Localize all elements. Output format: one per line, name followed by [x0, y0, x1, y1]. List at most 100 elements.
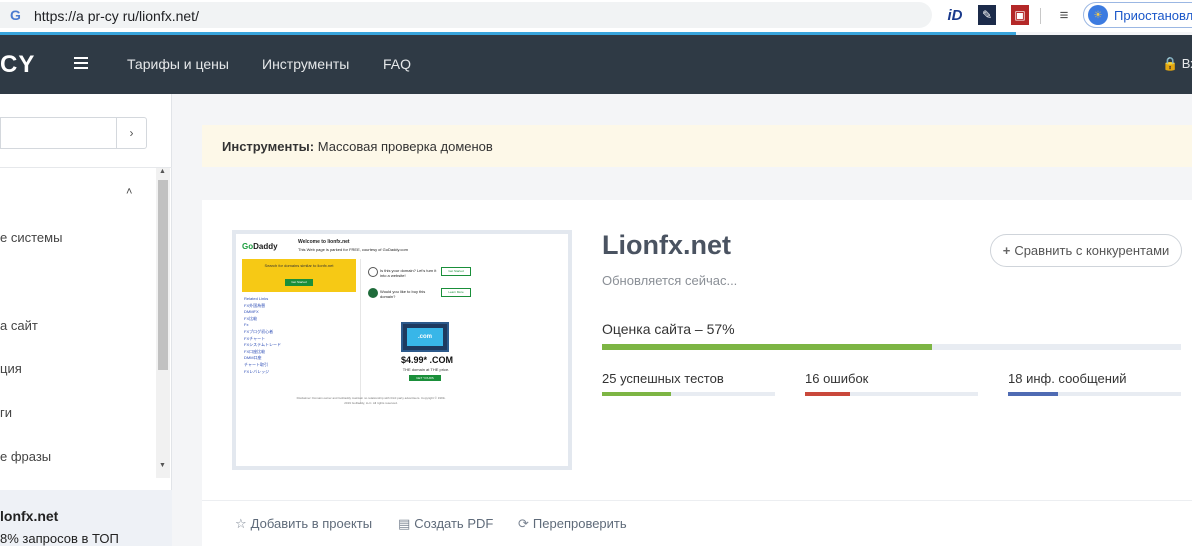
thumb-laptop-screen: .com: [407, 328, 443, 346]
chevron-right-icon[interactable]: ›: [116, 118, 146, 148]
extension-red-icon[interactable]: ▣: [1011, 5, 1029, 25]
stat-passed-tests[interactable]: 25 успешных тестов: [602, 371, 724, 386]
thumb-welcome: Welcome to lionfx.net: [298, 239, 350, 245]
thumb-search-banner: Search for domains similar to lionfx.net…: [242, 259, 356, 292]
thumb-price-subtitle: THE domain at THE price.: [402, 367, 450, 372]
thumb-divider: [360, 259, 361, 404]
extension-pen-icon[interactable]: ✎: [978, 5, 996, 25]
godaddy-logo-daddy: Daddy: [253, 242, 278, 251]
compare-button-label: Сравнить с конкурентами: [1014, 243, 1170, 258]
thumb-link: Fx: [244, 322, 249, 328]
thumb-related-links: Related Links FX外国為替 DMMFX FX比較 Fx FXブログ…: [244, 296, 304, 375]
site-report-card: GoDaddy Welcome to lionfx.net This Web p…: [202, 200, 1192, 546]
site-navbar: CY Тарифы и цены Инструменты FAQ 🔒 Вход: [0, 35, 1192, 94]
breadcrumb: Инструменты: Массовая проверка доменов: [202, 125, 1192, 167]
sidebar-item-tion[interactable]: ция: [0, 361, 22, 376]
address-bar[interactable]: G https://a pr-cy ru/lionfx.net/: [0, 2, 932, 28]
thumb-link: FX外国為替: [244, 302, 266, 308]
sidebar-search: ›: [0, 117, 147, 149]
add-to-projects-label: Добавить в проекты: [250, 516, 373, 531]
sidebar-domain-name: lonfx.net: [0, 508, 59, 524]
stat-errors-fill: [805, 392, 850, 396]
create-pdf-label: Создать PDF: [414, 516, 494, 531]
add-to-projects-button[interactable]: ☆ Добавить в проекты: [235, 516, 372, 532]
thumb-link: Related Links: [244, 296, 269, 301]
recheck-button[interactable]: ⟳ Перепроверить: [518, 516, 627, 532]
document-icon: ▤: [398, 516, 411, 531]
sidebar-item-tags[interactable]: ги: [0, 405, 12, 420]
stat-info-bar: [1008, 392, 1181, 396]
scrollbar-thumb[interactable]: [158, 180, 168, 370]
sidebar: › ˄ е системы а сайт ция ги е фразы ▲ ▼ …: [0, 94, 172, 546]
sidebar-top-queries: 8% запросов в ТОП: [0, 531, 119, 546]
nav-link-faq[interactable]: FAQ: [383, 56, 411, 72]
create-pdf-button[interactable]: ▤ Создать PDF: [398, 516, 493, 532]
site-score-fill: [602, 344, 933, 350]
browser-toolbar: G https://a pr-cy ru/lionfx.net/ iD ✎ ▣ …: [0, 0, 1192, 32]
thumb-question-2: Would you like to buy this domain?: [380, 289, 426, 299]
scroll-up-icon[interactable]: ▲: [159, 168, 166, 175]
thumb-parked: This Web page is parked for FREE, courte…: [298, 247, 408, 252]
compare-competitors-button[interactable]: + Сравнить с конкурентами: [990, 234, 1182, 267]
stat-passed-fill: [602, 392, 672, 396]
site-title: Lionfx.net: [602, 230, 731, 260]
thumb-question-1: Is this your domain? Let's turn it into …: [380, 268, 437, 278]
stat-passed-bar: [602, 392, 775, 396]
thumb-link: チャート取引: [244, 361, 268, 367]
extension-id-icon[interactable]: iD: [945, 5, 965, 25]
stat-errors[interactable]: 16 ошибок: [805, 371, 868, 386]
sidebar-search-input[interactable]: [1, 118, 115, 148]
thumb-search-text: Search for domains similar to lionfx.net: [264, 263, 334, 268]
thumb-link: DMMFX: [244, 309, 259, 315]
chevron-up-icon[interactable]: ˄: [126, 186, 132, 198]
sidebar-item-systems[interactable]: е системы: [0, 230, 62, 245]
recheck-label: Перепроверить: [532, 516, 627, 531]
refresh-icon: ⟳: [518, 516, 529, 531]
thumb-link: FXシステムトレード: [244, 342, 281, 348]
breadcrumb-text: Инструменты: Массовая проверка доменов: [222, 139, 493, 154]
thumb-get-started-button: Get Started: [441, 267, 471, 276]
thumb-link: FXレバレッジ: [244, 368, 270, 374]
godaddy-logo-go: Go: [242, 242, 254, 251]
thumb-link: DMM口座: [244, 355, 262, 361]
site-score-bar: [602, 344, 1181, 350]
site-screenshot-thumbnail[interactable]: GoDaddy Welcome to lionfx.net This Web p…: [232, 230, 572, 470]
profile-paused-button[interactable]: ☀ Приостановле: [1083, 2, 1192, 28]
godaddy-logo: GoDaddy: [242, 242, 278, 251]
thumb-buy-icon: [368, 288, 378, 298]
login-link[interactable]: 🔒 Вход: [1162, 56, 1192, 72]
thumb-link: FX比較: [244, 315, 258, 321]
sidebar-item-phrases[interactable]: е фразы: [0, 449, 51, 464]
hamburger-menu-icon[interactable]: [74, 54, 88, 74]
stat-info-messages[interactable]: 18 инф. сообщений: [1008, 371, 1126, 386]
nav-link-pricing[interactable]: Тарифы и цены: [127, 56, 229, 72]
nav-link-tools[interactable]: Инструменты: [262, 56, 349, 72]
breadcrumb-label: Инструменты:: [222, 139, 315, 154]
reading-list-icon[interactable]: ≡: [1054, 5, 1074, 25]
thumb-search-button: Get Started: [285, 279, 313, 286]
stat-errors-bar: [805, 392, 978, 396]
toolbar-divider: [1040, 8, 1041, 24]
site-logo[interactable]: CY: [0, 51, 35, 79]
profile-avatar-icon: ☀: [1088, 5, 1108, 25]
breadcrumb-link[interactable]: Массовая проверка доменов: [318, 139, 493, 154]
sidebar-scrollbar[interactable]: ▲ ▼: [156, 168, 170, 478]
card-divider: [202, 500, 1192, 501]
update-status: Обновляется сейчас...: [602, 273, 738, 288]
url-text[interactable]: https://a pr-cy ru/lionfx.net/: [34, 8, 199, 24]
google-icon: G: [10, 7, 21, 23]
sidebar-item-site[interactable]: а сайт: [0, 318, 38, 333]
star-icon: ☆: [235, 516, 247, 531]
site-score-label: Оценка сайта – 57%: [602, 321, 735, 337]
thumb-link: FXブログ初心者: [244, 328, 274, 334]
sidebar-divider: [0, 167, 172, 168]
sidebar-domain-panel: lonfx.net 8% запросов в ТОП: [0, 490, 172, 546]
plus-icon: +: [1002, 243, 1011, 258]
thumb-get-yours-button: GET YOURS: [409, 375, 441, 381]
stat-info-fill: [1008, 392, 1059, 396]
thumb-footer: Disclaimer: Domain owner and GoDaddy mai…: [296, 396, 446, 405]
thumb-website-icon: [368, 267, 378, 277]
thumb-price: $4.99* .COM: [400, 355, 454, 365]
scroll-down-icon[interactable]: ▼: [159, 462, 166, 469]
paused-label: Приостановле: [1114, 7, 1192, 23]
